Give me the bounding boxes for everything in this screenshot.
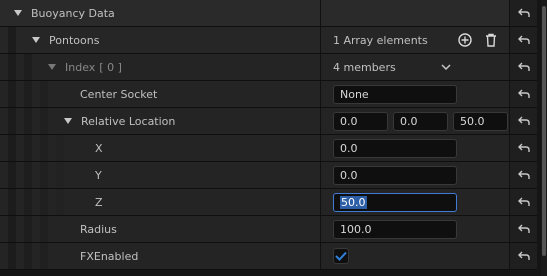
row-x: X 0.0 [0,135,537,162]
relative-location-label: Relative Location [81,114,176,128]
reset-arrow-icon [517,62,530,71]
fx-enabled-checkbox[interactable] [333,248,349,264]
trash-icon[interactable] [485,33,497,47]
x-label: X [95,141,103,155]
collapse-triangle-icon[interactable] [32,37,40,43]
index-members: 4 members [333,60,396,74]
z-field-selected-text: 50.0 [340,195,367,209]
reset-to-default-button[interactable] [509,54,537,80]
collapse-triangle-icon[interactable] [14,10,22,16]
fx-enabled-label: FXEnabled [80,249,139,263]
row-pontoons[interactable]: Pontoons 1 Array elements [0,27,537,54]
row-radius: Radius 100.0 [0,216,537,243]
pontoons-count: 1 Array elements [333,33,428,47]
reset-to-default-button[interactable] [509,108,537,134]
reset-arrow-icon [517,224,530,233]
center-socket-field[interactable]: None [333,84,457,104]
y-field[interactable]: 0.0 [333,165,457,185]
row-relative-location[interactable]: Relative Location 0.0 0.0 50.0 [0,108,537,135]
row-buoyancy-data[interactable]: Buoyancy Data [0,0,537,27]
plus-circle-icon[interactable] [458,33,472,47]
index-label: Index [65,60,96,74]
row-center-socket: Center Socket None [0,81,537,108]
reset-to-default-button[interactable] [509,189,537,215]
reset-to-default-button[interactable] [509,216,537,242]
reset-arrow-icon [517,143,530,152]
pontoons-label: Pontoons [49,33,100,47]
reset-to-default-button[interactable] [509,81,537,107]
radius-label: Radius [80,222,117,236]
z-field[interactable]: 50.0 [333,192,457,212]
row-z: Z 50.0 [0,189,537,216]
relative-location-y-field[interactable]: 0.0 [393,111,448,131]
reset-to-default-button[interactable] [509,243,537,269]
index-number: [ 0 ] [99,60,122,74]
reset-arrow-icon [517,116,530,125]
center-socket-label: Center Socket [80,87,158,101]
reset-to-default-button[interactable] [509,0,537,26]
row-index[interactable]: Index [ 0 ] 4 members [0,54,537,81]
reset-to-default-button[interactable] [509,162,537,188]
reset-arrow-icon [517,170,530,179]
buoyancy-data-label: Buoyancy Data [31,6,115,20]
x-field[interactable]: 0.0 [333,138,457,158]
y-label: Y [95,168,102,182]
reset-arrow-icon [517,35,530,44]
reset-arrow-icon [517,251,530,260]
reset-to-default-button[interactable] [509,135,537,161]
scrollbar-thumb[interactable] [542,6,546,256]
details-panel: Buoyancy Data Pontoons 1 Array elements … [0,0,547,276]
collapse-triangle-icon[interactable] [64,118,72,124]
reset-arrow-icon [517,89,530,98]
chevron-down-icon[interactable] [441,63,451,71]
row-fx-enabled: FXEnabled [0,243,537,270]
relative-location-x-field[interactable]: 0.0 [333,111,388,131]
scrollbar[interactable] [541,0,547,276]
row-y: Y 0.0 [0,162,537,189]
reset-to-default-button[interactable] [509,27,537,53]
reset-arrow-icon [517,197,530,206]
z-label: Z [95,195,103,209]
radius-field[interactable]: 100.0 [333,219,457,239]
relative-location-z-field[interactable]: 50.0 [453,111,508,131]
reset-arrow-icon [517,8,530,17]
collapse-triangle-icon[interactable] [48,64,56,70]
checkmark-icon [335,251,347,261]
